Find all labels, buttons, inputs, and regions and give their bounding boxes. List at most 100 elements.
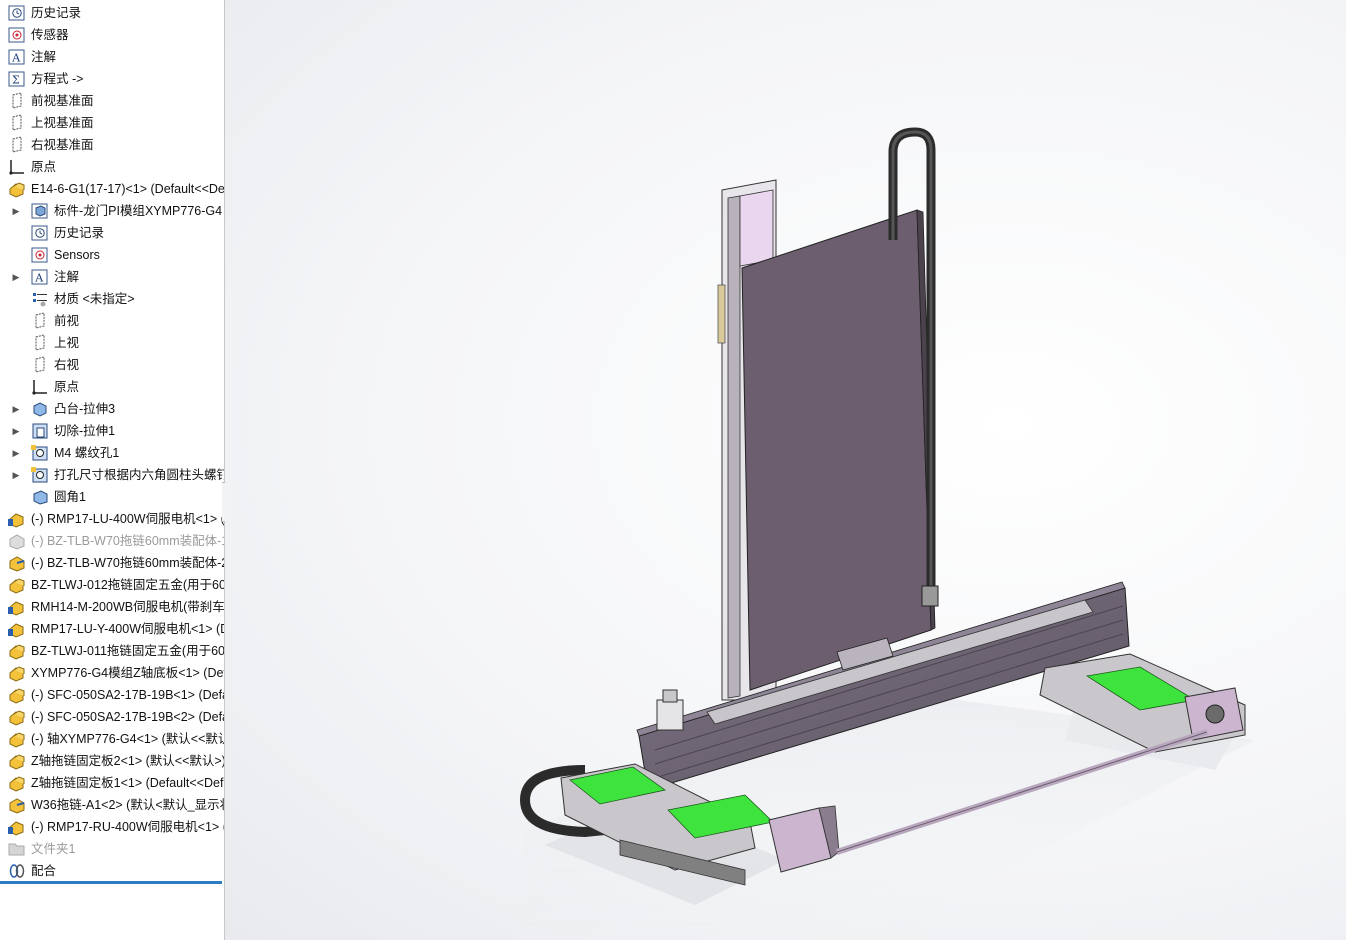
tree-item-label: (-) BZ-TLB-W70拖链60mm装配体-1	[31, 534, 225, 548]
tree-item[interactable]: Σ 方程式 ->	[0, 68, 224, 90]
tree-item[interactable]: XYMP776-G4模组Z轴底板<1> (Default)	[0, 662, 224, 684]
tree-bottom-rule	[0, 881, 222, 884]
material-icon	[31, 290, 49, 308]
tree-item[interactable]: 原点	[0, 156, 224, 178]
tree-item[interactable]: 右视基准面	[0, 134, 224, 156]
extrude-icon	[31, 400, 49, 418]
expand-arrow-icon[interactable]: ▶	[11, 398, 21, 420]
tree-item[interactable]: ▶ M4 螺纹孔1	[0, 442, 224, 464]
expand-arrow-icon[interactable]: ▶	[11, 420, 21, 442]
tree-item[interactable]: 配合	[0, 860, 224, 882]
tree-item-label: Z轴拖链固定板1<1> (Default<<Default>)	[31, 776, 224, 790]
tree-item[interactable]: 文件夹1	[0, 838, 224, 860]
tree-item-label: (-) 轴XYMP776-G4<1> (默认<<默认>)	[31, 732, 225, 746]
tree-item[interactable]: Sensors	[0, 244, 224, 266]
part-icon	[8, 554, 26, 572]
history-icon	[8, 4, 26, 22]
tree-item-label: 材质 <未指定>	[54, 292, 135, 306]
tree-item-label: 打孔尺寸根据内六角圆柱头螺钉	[54, 468, 225, 482]
tree-item-label: W36拖链-A1<2> (默认<默认_显示状态)	[31, 798, 224, 812]
annotation-icon: A	[31, 268, 49, 286]
gantry-model	[519, 127, 1255, 940]
tree-item[interactable]: 圆角1	[0, 486, 224, 508]
expand-arrow-icon[interactable]: ▶	[11, 200, 21, 222]
tree-item[interactable]: (-) 轴XYMP776-G4<1> (默认<<默认>)	[0, 728, 224, 750]
tree-item[interactable]: (-) BZ-TLB-W70拖链60mm装配体-2	[0, 552, 224, 574]
tree-item[interactable]: (-) RMP17-LU-400W伺服电机<1> (Default)	[0, 508, 224, 530]
tree-item-label: 方程式 ->	[31, 72, 84, 86]
tree-item[interactable]: 历史记录	[0, 2, 224, 24]
tree-item[interactable]: ▶ 凸台-拉伸3	[0, 398, 224, 420]
subassembly-icon	[8, 620, 26, 638]
plane-icon	[8, 136, 26, 154]
tree-item[interactable]: 材质 <未指定>	[0, 288, 224, 310]
tree-item[interactable]: A 注解	[0, 46, 224, 68]
tree-item[interactable]: Z轴拖链固定板1<1> (Default<<Default>)	[0, 772, 224, 794]
tree-item-label: 原点	[31, 160, 57, 174]
z-axis-mounting-plate	[741, 209, 936, 691]
tree-item[interactable]: 传感器	[0, 24, 224, 46]
z-motor	[656, 689, 684, 731]
tree-item[interactable]: ▶ A 注解	[0, 266, 224, 288]
hole-icon	[31, 444, 49, 462]
tree-item-label: 文件夹1	[31, 842, 76, 856]
tree-item-label: E14-6-G1(17-17)<1> (Default<<Default>_Di…	[31, 182, 225, 196]
tree-item[interactable]: 前视基准面	[0, 90, 224, 112]
subassembly-icon	[8, 510, 26, 528]
tree-item-label: 圆角1	[54, 490, 86, 504]
expand-arrow-icon[interactable]: ▶	[11, 464, 21, 486]
tree-item-label: (-) SFC-050SA2-17B-19B<1> (Default)	[31, 688, 225, 702]
tree-item[interactable]: W36拖链-A1<2> (默认<默认_显示状态)	[0, 794, 224, 816]
tree-item[interactable]: E14-6-G1(17-17)<1> (Default<<Default>_Di…	[0, 178, 224, 200]
part-icon	[8, 796, 26, 814]
tree-item[interactable]: ▶ 标件-龙门PI模组XYMP776-G4	[0, 200, 224, 222]
assembly-icon	[8, 642, 26, 660]
plane-icon	[8, 114, 26, 132]
sensor-icon	[8, 26, 26, 44]
z-sensor-bracket	[717, 284, 726, 344]
tree-item-label: 凸台-拉伸3	[54, 402, 116, 416]
tree-item[interactable]: (-) SFC-050SA2-17B-19B<2> (Default)	[0, 706, 224, 728]
tree-item[interactable]: RMP17-LU-Y-400W伺服电机<1> (De	[0, 618, 224, 640]
tree-item[interactable]: 上视	[0, 332, 224, 354]
tree-item[interactable]: ▶ 打孔尺寸根据内六角圆柱头螺钉	[0, 464, 224, 486]
subassembly-icon	[8, 598, 26, 616]
tree-item-label: 注解	[31, 50, 57, 64]
tree-item[interactable]: (-) SFC-050SA2-17B-19B<1> (Default)	[0, 684, 224, 706]
expand-arrow-icon[interactable]: ▶	[11, 442, 21, 464]
fillet-icon	[31, 488, 49, 506]
tree-item-label: 历史记录	[54, 226, 105, 240]
expand-arrow-icon[interactable]: ▶	[11, 266, 21, 288]
tree-item[interactable]: 原点	[0, 376, 224, 398]
assembly-icon	[8, 180, 26, 198]
tree-item[interactable]: BZ-TLWJ-011拖链固定五金(用于60	[0, 640, 224, 662]
tree-item[interactable]: 上视基准面	[0, 112, 224, 134]
feature-manager-tree: 历史记录 传感器 A 注解 Σ 方程式 -> 前视基准面 上视基准面 右视基准面 原点 E14-6-…	[0, 0, 225, 940]
tree-item-label: 配合	[31, 864, 57, 878]
assembly-icon	[8, 664, 26, 682]
tree-item[interactable]: RMH14-M-200WB伺服电机(带刹车)	[0, 596, 224, 618]
tree-item-label: M4 螺纹孔1	[54, 446, 120, 460]
tree-item[interactable]: 右视	[0, 354, 224, 376]
tree-item[interactable]: ▶ 切除-拉伸1	[0, 420, 224, 442]
tree-item-label: 上视基准面	[31, 116, 94, 130]
history-icon	[31, 224, 49, 242]
tree-item[interactable]: 前视	[0, 310, 224, 332]
tree-item-label: (-) RMP17-RU-400W伺服电机<1> (Default)	[31, 820, 224, 834]
tree-item-label: Sensors	[54, 248, 100, 262]
tree-item-label: 标件-龙门PI模组XYMP776-G4	[54, 204, 223, 218]
tree-item-label: BZ-TLWJ-012拖链固定五金(用于60	[31, 578, 225, 592]
graphics-viewport[interactable]	[225, 0, 1346, 940]
tree-item-label: 前视基准面	[31, 94, 94, 108]
tree-item[interactable]: 历史记录	[0, 222, 224, 244]
equation-icon: Σ	[8, 70, 26, 88]
subassembly-icon	[8, 818, 26, 836]
tree-item-label: 前视	[54, 314, 80, 328]
tree-item-label: 右视	[54, 358, 80, 372]
tree-item[interactable]: (-) RMP17-RU-400W伺服电机<1> (Default)	[0, 816, 224, 838]
tree-item[interactable]: BZ-TLWJ-012拖链固定五金(用于60	[0, 574, 224, 596]
tree-item[interactable]: Z轴拖链固定板2<1> (默认<<默认>)	[0, 750, 224, 772]
tree-item-label: 上视	[54, 336, 80, 350]
tree-item[interactable]: (-) BZ-TLB-W70拖链60mm装配体-1	[0, 530, 224, 552]
plane-icon	[31, 312, 49, 330]
